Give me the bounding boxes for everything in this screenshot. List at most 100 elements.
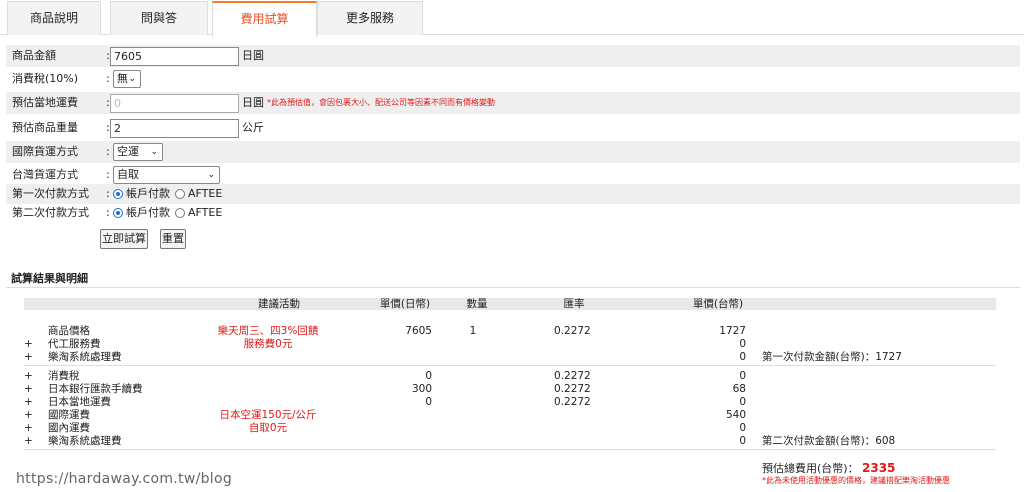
row-second-payment: 第二次付款方式 : 帳戶付款 AFTEE <box>6 203 1020 223</box>
activity-product-price: 樂天周三、四3%回饋 <box>217 325 319 337</box>
jpy-bank-fee: 300 <box>411 383 432 395</box>
jpy-consumption-tax: 0 <box>425 370 432 382</box>
qty-product-price: 1 <box>469 325 477 337</box>
weight-input[interactable]: 2 <box>110 119 239 138</box>
tax-select-value: 無 <box>117 72 128 85</box>
weight-unit: 公斤 <box>242 121 264 134</box>
local-shipping-unit: 日圓 <box>242 96 264 109</box>
twd-intl-shipping: 540 <box>725 409 746 421</box>
plus-sign: + <box>24 338 33 350</box>
reset-button[interactable]: 重置 <box>160 229 186 249</box>
tax-select[interactable]: 無 ⌄ <box>113 70 141 88</box>
result-table-header: 建議活動 單價(日幣) 數量 匯率 單價(台幣) <box>24 298 996 310</box>
intl-shipping-select[interactable]: 空運 ⌄ <box>113 143 163 161</box>
row-tax: 消費稅(10%) : 無 ⌄ <box>6 68 1020 90</box>
activity-agent-service-fee: 服務費0元 <box>243 338 293 350</box>
group-divider <box>24 365 996 366</box>
item-consumption-tax: 消費稅 <box>48 370 80 382</box>
second-payment-total: 第二次付款金額(台幣)：608 <box>762 435 896 447</box>
plus-sign: + <box>24 409 33 421</box>
rate-bank-fee: 0.2272 <box>554 383 591 395</box>
twd-agent-service-fee: 0 <box>739 338 746 350</box>
first-payment-aftee-radio[interactable] <box>175 189 185 199</box>
item-domestic-shipping: 國內運費 <box>48 422 90 434</box>
total-note: *此為未使用活動優惠的價格，建議搭配樂淘活動優惠 <box>762 476 950 485</box>
second-payment-account-radio[interactable] <box>113 208 123 218</box>
total-label: 預估總費用(台幣)： <box>762 462 859 475</box>
colon: : <box>106 145 110 158</box>
price-unit: 日圓 <box>242 49 264 62</box>
rate-jp-local-shipping: 0.2272 <box>554 396 591 408</box>
item-system-fee-1: 樂淘系統處理費 <box>48 351 122 363</box>
item-agent-service-fee: 代工服務費 <box>48 338 101 350</box>
tw-shipping-value: 自取 <box>117 168 139 181</box>
header-unit-twd: 單價(台幣) <box>692 298 744 310</box>
second-payment-aftee-radio[interactable] <box>175 208 185 218</box>
group-divider <box>24 449 996 450</box>
section-divider <box>6 287 1020 288</box>
activity-intl-shipping: 日本空運150元/公斤 <box>219 409 317 421</box>
plus-sign: + <box>24 396 33 408</box>
tab-more-services[interactable]: 更多服務 <box>317 1 423 35</box>
row-local-shipping: 預估當地運費 : 0 日圓 *此為預估值，會因包裹大小、配送公司等因素不同而有價… <box>6 92 1020 114</box>
chevron-down-icon: ⌄ <box>128 74 136 84</box>
local-shipping-label: 預估當地運費 <box>12 96 78 109</box>
local-shipping-input[interactable]: 0 <box>110 94 239 113</box>
first-payment-account-radio[interactable] <box>113 189 123 199</box>
local-shipping-note: *此為預估值，會因包裹大小、配送公司等因素不同而有價格變動 <box>267 98 495 107</box>
item-system-fee-2: 樂淘系統處理費 <box>48 435 122 447</box>
first-payment-account-label[interactable]: 帳戶付款 <box>126 184 170 204</box>
twd-domestic-shipping: 0 <box>739 422 746 434</box>
row-tw-shipping: 台灣貨運方式 : 自取 ⌄ <box>6 164 1020 186</box>
first-payment-label: 第一次付款方式 <box>12 187 89 200</box>
twd-system-fee-1: 0 <box>739 351 746 363</box>
plus-sign: + <box>24 422 33 434</box>
colon: : <box>106 206 110 219</box>
rate-consumption-tax: 0.2272 <box>554 370 591 382</box>
item-bank-fee: 日本銀行匯款手續費 <box>48 383 143 395</box>
chevron-down-icon: ⌄ <box>207 170 215 180</box>
row-weight: 預估商品重量 : 2 公斤 <box>6 117 1020 139</box>
calculate-button[interactable]: 立即試算 <box>100 229 148 249</box>
total-value: 2335 <box>862 461 896 475</box>
second-payment-account-label[interactable]: 帳戶付款 <box>126 203 170 223</box>
colon: : <box>106 72 110 85</box>
row-product-price: 商品金額 : 7605 日圓 <box>6 45 1020 67</box>
first-payment-total: 第一次付款金額(台幣)：1727 <box>762 351 902 363</box>
intl-shipping-value: 空運 <box>117 145 139 158</box>
first-payment-aftee-label[interactable]: AFTEE <box>188 184 222 204</box>
row-first-payment: 第一次付款方式 : 帳戶付款 AFTEE <box>6 184 1020 204</box>
header-unit-jpy: 單價(日幣) <box>379 298 431 310</box>
item-product-price: 商品價格 <box>48 325 90 337</box>
tab-qa[interactable]: 問與答 <box>110 1 208 35</box>
tab-bar: 商品說明 問與答 費用試算 更多服務 <box>0 0 1024 37</box>
item-intl-shipping: 國際運費 <box>48 409 90 421</box>
result-section-title: 試算結果與明細 <box>11 272 88 285</box>
second-payment-label: 第二次付款方式 <box>12 206 89 219</box>
header-rate: 匯率 <box>563 298 585 310</box>
jpy-jp-local-shipping: 0 <box>425 396 432 408</box>
twd-bank-fee: 68 <box>732 383 746 395</box>
colon: : <box>106 168 110 181</box>
plus-sign: + <box>24 351 33 363</box>
tab-product-description[interactable]: 商品說明 <box>7 1 101 35</box>
twd-jp-local-shipping: 0 <box>739 396 746 408</box>
watermark: https://hardaway.com.tw/blog <box>16 471 233 487</box>
plus-sign: + <box>24 435 33 447</box>
colon: : <box>106 187 110 200</box>
activity-domestic-shipping: 自取0元 <box>248 422 288 434</box>
plus-sign: + <box>24 383 33 395</box>
tab-cost-estimate[interactable]: 費用試算 <box>212 1 317 37</box>
tw-shipping-select[interactable]: 自取 ⌄ <box>113 166 220 184</box>
chevron-down-icon: ⌄ <box>150 147 158 157</box>
rate-product-price: 0.2272 <box>554 325 591 337</box>
second-payment-aftee-label[interactable]: AFTEE <box>188 203 222 223</box>
twd-consumption-tax: 0 <box>739 370 746 382</box>
plus-sign: + <box>24 370 33 382</box>
weight-label: 預估商品重量 <box>12 121 78 134</box>
header-qty: 數量 <box>466 298 488 310</box>
product-price-label: 商品金額 <box>12 49 56 62</box>
header-activity: 建議活動 <box>258 298 300 310</box>
product-price-input[interactable]: 7605 <box>110 47 239 66</box>
tw-shipping-label: 台灣貨運方式 <box>12 168 78 181</box>
